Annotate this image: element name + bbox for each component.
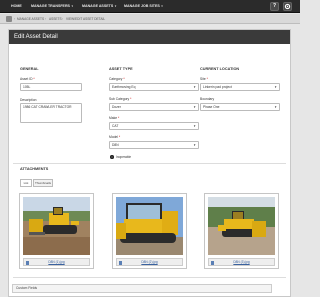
site-label-text: Site <box>200 77 206 81</box>
dropdown-arrow-icon: ▼ <box>274 105 277 109</box>
breadcrumb-separator: › <box>45 17 47 21</box>
gear-icon <box>284 3 291 10</box>
category-label: Category * <box>109 77 125 81</box>
model-value: D8N <box>112 143 119 147</box>
model-label-text: Model <box>109 135 118 139</box>
description-field[interactable]: 1986 CAT CRAWLER TRACTOR <box>20 103 82 123</box>
breadcrumb-separator: › <box>62 17 64 21</box>
breadcrumb-manage-assets[interactable]: MANAGE ASSETS <box>17 14 44 24</box>
attachment-filename-link[interactable]: D8N (3).jpg <box>209 259 274 265</box>
section-divider <box>13 163 286 164</box>
attachment-filename-link[interactable]: D8N (1).jpg <box>24 259 89 265</box>
nav-home-label: HOME <box>11 4 22 8</box>
boundary-label: Boundary <box>200 97 215 101</box>
required-marker: * <box>123 77 125 81</box>
attachment-filename-bar: D8N (3).jpg <box>208 258 275 266</box>
make-select[interactable]: CAT ▼ <box>109 122 199 130</box>
nav-manage-assets-label: MANAGE ASSETS <box>82 4 114 8</box>
dropdown-arrow-icon: ▼ <box>193 105 196 109</box>
boundary-value: Phase One <box>203 105 220 109</box>
current-location-heading: CURRENT LOCATION <box>200 67 240 71</box>
help-button[interactable]: ? <box>270 2 279 11</box>
site-value: Linkerin pad project <box>203 85 232 89</box>
panel-header: Edit Asset Detail <box>9 30 290 44</box>
asset-id-label: Asset ID * <box>20 77 35 81</box>
nav-manage-transfers[interactable]: MANAGE TRANSFERS▼ <box>31 0 74 13</box>
nav-manage-transfers-label: MANAGE TRANSFERS <box>31 4 70 8</box>
breadcrumb-assets[interactable]: ASSETS <box>49 14 62 24</box>
subcategory-label: Sub Category * <box>109 97 131 101</box>
dozer-photo-2 <box>116 197 183 255</box>
subcategory-value: Dozer <box>112 105 121 109</box>
asset-id-field[interactable]: 105L <box>20 83 82 91</box>
help-icon: ? <box>272 3 277 9</box>
attachment-filename-link[interactable]: D8N (2).jpg <box>117 259 182 265</box>
subcategory-label-text: Sub Category <box>109 97 130 101</box>
category-value: Earthmoving Eq <box>112 85 136 89</box>
edit-asset-panel: Edit Asset Detail GENERAL Asset ID * 105… <box>8 29 291 297</box>
dropdown-arrow-icon: ▼ <box>274 85 277 89</box>
required-marker: * <box>206 77 208 81</box>
boundary-select[interactable]: Phase One ▼ <box>200 103 280 111</box>
attachment-thumbnail-1[interactable]: D8N (1).jpg <box>19 193 94 269</box>
dozer-photo-1 <box>23 197 90 255</box>
asset-id-label-text: Asset ID <box>20 77 33 81</box>
custom-fields-section[interactable]: Custom Fields <box>12 284 272 293</box>
breadcrumb-separator: › <box>14 17 16 21</box>
chevron-down-icon: ▼ <box>160 5 164 8</box>
nav-manage-assets[interactable]: MANAGE ASSETS▼ <box>82 0 117 13</box>
tab-list[interactable]: List <box>20 179 32 187</box>
model-select[interactable]: D8N ▼ <box>109 141 199 149</box>
chevron-down-icon: ▼ <box>114 5 117 8</box>
settings-button[interactable] <box>283 2 292 11</box>
make-label-text: Make <box>109 116 118 120</box>
tab-thumbnails[interactable]: Thumbnails <box>33 179 53 187</box>
category-select[interactable]: Earthmoving Eq ▼ <box>109 83 199 91</box>
dozer-photo-3 <box>208 197 275 255</box>
required-marker: * <box>33 77 35 81</box>
breadcrumb-current: VIEW/EDIT ASSET DETAIL <box>66 17 106 21</box>
subcategory-select[interactable]: Dozer ▼ <box>109 103 199 111</box>
chevron-down-icon: ▼ <box>70 5 74 8</box>
custom-fields-label: Custom Fields <box>16 286 38 290</box>
description-label: Description <box>20 98 37 102</box>
model-label: Model * <box>109 135 120 139</box>
home-icon[interactable] <box>6 16 12 22</box>
make-value: CAT <box>112 124 119 128</box>
breadcrumb: › MANAGE ASSETS › ASSETS › VIEW/EDIT ASS… <box>0 14 300 24</box>
attachment-filename-bar: D8N (1).jpg <box>23 258 90 266</box>
nav-home[interactable]: HOME <box>11 0 22 13</box>
asset-type-heading: ASSET TYPE <box>109 67 133 71</box>
site-select[interactable]: Linkerin pad project ▼ <box>200 83 280 91</box>
dropdown-arrow-icon: ▼ <box>193 124 196 128</box>
required-marker: * <box>130 97 132 101</box>
required-marker: * <box>117 116 120 120</box>
general-heading: GENERAL <box>20 67 39 71</box>
nav-manage-job-sites[interactable]: MANAGE JOB SITES▼ <box>124 0 163 13</box>
nav-manage-job-sites-label: MANAGE JOB SITES <box>124 4 160 8</box>
top-navigation-bar: HOME MANAGE TRANSFERS▼ MANAGE ASSETS▼ MA… <box>0 0 300 13</box>
inoperable-checkbox[interactable] <box>110 155 114 159</box>
attachments-heading: ATTACHMENTS <box>20 167 49 171</box>
inoperable-label: Inoperable <box>116 155 132 159</box>
site-label: Site * <box>200 77 208 81</box>
dropdown-arrow-icon: ▼ <box>193 143 196 147</box>
attachment-filename-bar: D8N (2).jpg <box>116 258 183 266</box>
dropdown-arrow-icon: ▼ <box>193 85 196 89</box>
category-label-text: Category <box>109 77 123 81</box>
attachment-thumbnail-3[interactable]: D8N (3).jpg <box>204 193 279 269</box>
section-divider <box>13 277 286 278</box>
required-marker: * <box>118 135 121 139</box>
make-label: Make * <box>109 116 119 120</box>
page-title: Edit Asset Detail <box>14 34 58 40</box>
attachment-thumbnail-2[interactable]: D8N (2).jpg <box>112 193 187 269</box>
